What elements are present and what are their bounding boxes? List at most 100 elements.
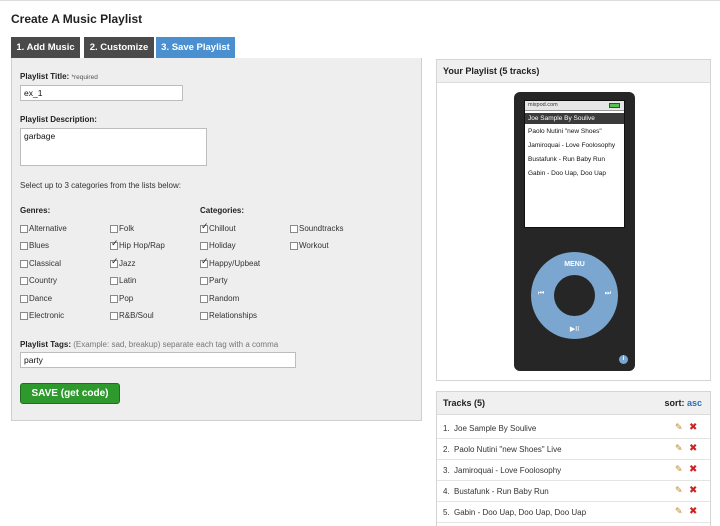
category-option[interactable]: Relationships	[200, 311, 257, 320]
category-checkbox[interactable]	[200, 257, 209, 268]
click-wheel[interactable]: MENU ⏮ ⏭ ▶II	[531, 252, 618, 339]
genre-option-label: Folk	[119, 224, 135, 233]
screen-brand: mixpod.com	[528, 102, 558, 108]
track-name: Jamiroquai - Love Foolosophy	[454, 466, 562, 475]
track-name: Joe Sample By Soulive	[454, 424, 537, 433]
genre-option-label: Latin	[119, 276, 137, 285]
genre-option[interactable]: Country	[20, 276, 57, 285]
genre-option[interactable]: Dance	[20, 294, 52, 303]
playlist-tags-input[interactable]	[20, 352, 296, 368]
delete-icon[interactable]: ✖	[689, 485, 697, 496]
genre-checkbox[interactable]	[20, 294, 28, 303]
category-option-label: Happy/Upbeat	[209, 259, 261, 268]
category-checkbox[interactable]	[290, 241, 298, 250]
genre-checkbox[interactable]	[20, 276, 28, 285]
genre-checkbox[interactable]	[20, 259, 28, 268]
screen-track-3[interactable]: Jamiroquai - Love Foolosophy	[528, 142, 623, 149]
playlist-preview-panel: Your Playlist (5 tracks) mixpod.com Joe …	[436, 59, 711, 381]
player-screen: mixpod.com Joe Sample By Soulive Paolo N…	[524, 100, 625, 228]
genre-option[interactable]: Folk	[110, 224, 134, 233]
previous-icon[interactable]: ⏮	[538, 290, 544, 298]
category-option[interactable]: Chillout	[200, 222, 236, 233]
delete-icon[interactable]: ✖	[689, 422, 697, 433]
genre-option[interactable]: Pop	[110, 294, 133, 303]
info-icon[interactable]: i	[619, 355, 628, 364]
center-button[interactable]	[554, 275, 595, 316]
genre-option[interactable]: Jazz	[110, 257, 135, 268]
genre-checkbox[interactable]	[20, 241, 28, 250]
track-name: Gabin - Doo Uap, Doo Uap, Doo Uap	[454, 508, 587, 517]
category-checkbox[interactable]	[200, 276, 208, 285]
playlist-title-label-text: Playlist Title:	[20, 72, 70, 81]
top-divider	[0, 0, 720, 1]
genre-option[interactable]: Alternative	[20, 224, 67, 233]
screen-track-2[interactable]: Paolo Nutini "new Shoes"	[528, 128, 623, 135]
track-number: 2.	[443, 445, 450, 454]
screen-track-1[interactable]: Joe Sample By Soulive	[525, 113, 624, 124]
genre-checkbox[interactable]	[110, 294, 118, 303]
track-row[interactable]: 4. Bustafunk - Run Baby Run ✎ ✖	[437, 481, 710, 502]
screen-status-bar: mixpod.com	[525, 101, 624, 111]
delete-icon[interactable]: ✖	[689, 506, 697, 517]
track-row[interactable]: 2. Paolo Nutini "new Shoes" Live ✎ ✖	[437, 439, 710, 460]
delete-icon[interactable]: ✖	[689, 443, 697, 454]
genre-checkbox[interactable]	[110, 311, 118, 320]
genre-option-label: Electronic	[29, 311, 65, 320]
playlist-title-input[interactable]	[20, 85, 183, 101]
genre-option[interactable]: Classical	[20, 259, 61, 268]
tracks-title: Tracks (5)	[443, 398, 486, 408]
delete-icon[interactable]: ✖	[689, 464, 697, 475]
genre-option[interactable]: Electronic	[20, 311, 64, 320]
category-option[interactable]: Soundtracks	[290, 224, 343, 233]
edit-icon[interactable]: ✎	[675, 444, 683, 454]
required-note: *required	[71, 74, 98, 81]
category-option[interactable]: Holiday	[200, 241, 236, 250]
genre-option[interactable]: Latin	[110, 276, 136, 285]
genre-checkbox[interactable]	[110, 257, 119, 268]
category-option[interactable]: Happy/Upbeat	[200, 257, 261, 268]
genre-option-label: Hip Hop/Rap	[119, 241, 165, 250]
save-get-code-button[interactable]: SAVE (get code)	[20, 383, 120, 404]
track-number: 1.	[443, 424, 450, 433]
categories-label: Categories:	[200, 206, 245, 215]
track-row[interactable]: 1. Joe Sample By Soulive ✎ ✖	[437, 418, 710, 439]
tab-add-music[interactable]: 1. Add Music	[11, 37, 80, 58]
genre-checkbox[interactable]	[110, 239, 119, 250]
play-pause-icon[interactable]: ▶II	[531, 325, 618, 333]
menu-button[interactable]: MENU	[531, 261, 618, 268]
genre-option[interactable]: Hip Hop/Rap	[110, 239, 165, 250]
edit-icon[interactable]: ✎	[675, 423, 683, 433]
tab-customize[interactable]: 2. Customize	[84, 37, 154, 58]
category-option-label: Party	[209, 276, 228, 285]
genre-checkbox[interactable]	[110, 224, 118, 233]
tab-save-playlist[interactable]: 3. Save Playlist	[156, 37, 235, 58]
edit-icon[interactable]: ✎	[675, 486, 683, 496]
edit-icon[interactable]: ✎	[675, 507, 683, 517]
category-option[interactable]: Party	[200, 276, 228, 285]
playlist-tags-label-text: Playlist Tags:	[20, 340, 71, 349]
genre-option-label: Country	[29, 276, 58, 285]
sort-asc-link[interactable]: asc	[687, 398, 702, 408]
tracks-panel: Tracks (5) sort: asc 1. Joe Sample By Sou…	[436, 391, 711, 526]
screen-track-5[interactable]: Gabin - Doo Uap, Doo Uap	[528, 170, 623, 177]
track-row[interactable]: 5. Gabin - Doo Uap, Doo Uap, Doo Uap ✎ ✖	[437, 502, 710, 523]
category-checkbox[interactable]	[290, 224, 298, 233]
category-option[interactable]: Random	[200, 294, 239, 303]
genre-option[interactable]: Blues	[20, 241, 49, 250]
playlist-description-textarea[interactable]: garbage	[20, 128, 207, 166]
category-checkbox[interactable]	[200, 294, 208, 303]
category-checkbox[interactable]	[200, 311, 208, 320]
screen-track-4[interactable]: Bustafunk - Run Baby Run	[528, 156, 623, 163]
category-instructions: Select up to 3 categories from the lists…	[20, 181, 181, 190]
genre-checkbox[interactable]	[20, 311, 28, 320]
category-checkbox[interactable]	[200, 222, 209, 233]
genre-checkbox[interactable]	[20, 224, 28, 233]
genre-option-label: R&B/Soul	[119, 311, 154, 320]
genre-checkbox[interactable]	[110, 276, 118, 285]
category-checkbox[interactable]	[200, 241, 208, 250]
next-icon[interactable]: ⏭	[605, 290, 611, 298]
edit-icon[interactable]: ✎	[675, 465, 683, 475]
genre-option[interactable]: R&B/Soul	[110, 311, 154, 320]
track-row[interactable]: 3. Jamiroquai - Love Foolosophy ✎ ✖	[437, 460, 710, 481]
category-option[interactable]: Workout	[290, 241, 329, 250]
